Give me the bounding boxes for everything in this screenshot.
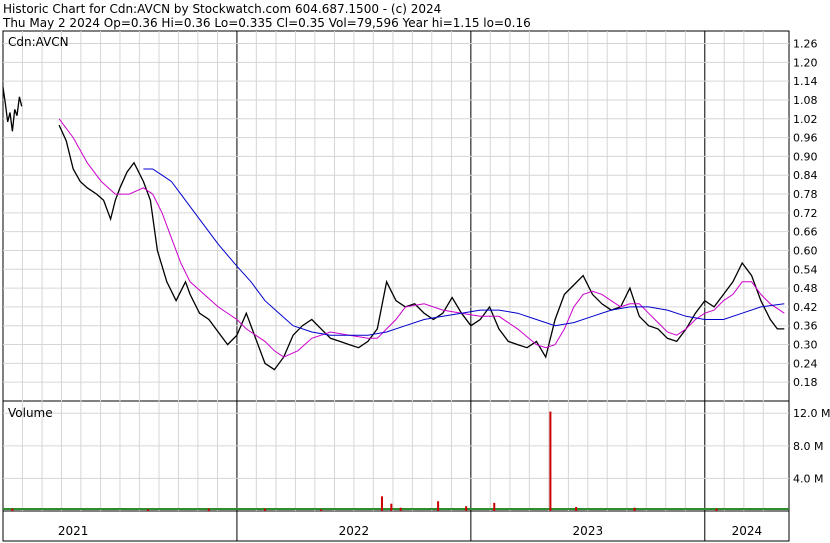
volume-tick-label: 8.0 M xyxy=(793,440,823,453)
volume-bar xyxy=(465,506,468,511)
volume-tick-label: 4.0 M xyxy=(793,472,823,485)
volume-bar xyxy=(633,507,636,511)
year-label: 2023 xyxy=(573,524,604,538)
price-tick-label: 1.26 xyxy=(793,38,818,51)
price-panel-frame xyxy=(2,30,790,402)
volume-bar xyxy=(493,502,496,511)
volume-bars xyxy=(3,411,789,511)
volume-bar xyxy=(437,501,440,511)
year-label: 2022 xyxy=(339,524,370,538)
year-label: 2024 xyxy=(732,524,763,538)
volume-panel-label: Volume xyxy=(8,406,53,420)
price-tick-label: 1.20 xyxy=(793,56,818,69)
time-axis-frame xyxy=(2,510,790,542)
volume-bar xyxy=(207,508,210,511)
price-tick-label: 0.30 xyxy=(793,339,818,352)
price-tick-label: 1.14 xyxy=(793,75,818,88)
short-moving-average-line xyxy=(58,118,785,358)
price-tick-label: 0.78 xyxy=(793,188,818,201)
price-tick-label: 0.42 xyxy=(793,301,818,314)
volume-panel-frame xyxy=(2,400,790,512)
price-volume-chart: 1.26 1.20 1.14 1.08 1.02 0.96 0.90 0.84 0.78 0.72… xyxy=(2,30,830,542)
volume-tick-label: 12.0 M xyxy=(793,407,830,420)
volume-bar xyxy=(320,509,323,511)
volume-bar xyxy=(147,509,150,511)
price-tick-label: 1.08 xyxy=(793,94,818,107)
price-tick-label: 0.66 xyxy=(793,226,818,239)
price-tick-label: 0.48 xyxy=(793,282,818,295)
price-tick-label: 0.24 xyxy=(793,357,818,370)
price-tick-label: 0.60 xyxy=(793,244,818,257)
volume-bar xyxy=(390,503,393,511)
volume-bar xyxy=(399,507,402,511)
volume-bar xyxy=(11,508,14,511)
price-panel-label: Cdn:AVCN xyxy=(8,35,69,49)
price-tick-label: 0.36 xyxy=(793,320,818,333)
year-label: 2021 xyxy=(58,524,89,538)
volume-bar xyxy=(264,508,266,511)
price-tick-label: 0.54 xyxy=(793,263,818,276)
price-tick-label: 0.72 xyxy=(793,207,818,220)
price-tick-label: 0.90 xyxy=(793,150,818,163)
grid-lines xyxy=(3,31,789,541)
volume-bar xyxy=(380,496,383,511)
volume-bar xyxy=(715,508,718,511)
volume-bar xyxy=(575,506,578,511)
price-tick-label: 0.96 xyxy=(793,132,818,145)
price-tick-label: 0.84 xyxy=(793,169,818,182)
price-tick-label: 0.18 xyxy=(793,376,818,389)
volume-bar xyxy=(549,411,552,511)
price-tick-label: 1.02 xyxy=(793,113,818,126)
